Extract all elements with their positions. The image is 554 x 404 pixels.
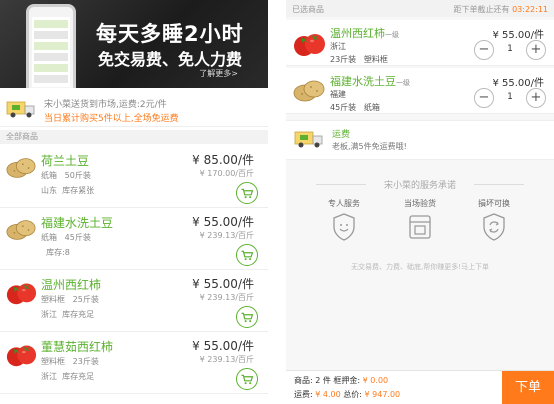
product-name: 温州西红柿 — [41, 278, 102, 292]
banner-more-link[interactable]: 了解更多> — [199, 68, 238, 79]
cart-item-origin: 浙江 — [330, 42, 346, 51]
tomato-image — [5, 338, 37, 370]
increase-qty-button[interactable]: + — [526, 88, 546, 108]
shipping-desc: 老板,满5件免运费哦! — [332, 142, 407, 151]
summary-line-1: 商品: 2 件 框押金: ¥ 0.00 — [294, 375, 388, 386]
cart-item-grade: 一级 — [385, 31, 399, 39]
cart-header-label: 已选商品 — [292, 5, 324, 14]
product-list-panel: 每天多睡2小时 免交易费、免人力费 了解更多> 宋小菜送货到市场,运费:2元/件… — [0, 0, 268, 404]
cart-header: 已选商品 距下单截止还有 03:22:11 — [286, 0, 554, 17]
items-count: 商品: 2 件 — [294, 376, 331, 385]
product-stock: 库存:8 — [46, 248, 70, 257]
cart-item-origin: 福建 — [330, 90, 346, 99]
cart-item-name: 温州西红柿一级 — [330, 27, 399, 40]
product-item[interactable]: 福建水洗土豆纸箱 45斤装 库存:8 ¥ 55.00/件 ¥ 239.13/百斤 — [0, 208, 268, 270]
banner-subtitle: 免交易费、免人力费 — [98, 50, 243, 69]
countdown-timer: 03:22:11 — [512, 5, 548, 14]
cart-item-qty: 1 — [507, 92, 513, 102]
service-inspect: 当场验货 — [390, 198, 450, 245]
add-to-cart-button[interactable] — [236, 244, 258, 266]
service-replace: 損坏可换 — [464, 198, 524, 245]
product-stock: 浙江 库存充足 — [41, 372, 95, 381]
product-item[interactable]: 董慧茹西红柿塑料框 23斤装 浙江 库存充足 ¥ 55.00/件 ¥ 239.13/百… — [0, 332, 268, 394]
cart-item-qty: 1 — [507, 44, 513, 54]
cart-item-price: ¥ 55.00/件 — [492, 30, 544, 41]
product-price: ¥ 55.00/件 — [192, 277, 254, 291]
total-value: ¥ 947.00 — [364, 390, 401, 399]
service-dedicated: 专人服务 — [314, 198, 374, 245]
box-check-icon — [409, 215, 431, 239]
product-pack: 塑料框 23斤装 — [41, 357, 99, 366]
potato-image — [5, 214, 37, 246]
notice-fee: 宋小菜送货到市场,运费:2元/件 — [44, 100, 167, 110]
potato-image — [292, 74, 326, 108]
product-price: ¥ 55.00/件 — [192, 215, 254, 229]
potato-image — [5, 152, 37, 184]
summary-line-2: 运费: ¥ 4.00 总价: ¥ 947.00 — [294, 389, 400, 400]
shipping-label: 运费 — [332, 130, 351, 140]
shipping-info: 运费 老板,满5件免运费哦! — [286, 120, 554, 160]
product-pack: 塑料框 25斤装 — [41, 295, 99, 304]
cart-item-grade: 一级 — [396, 79, 410, 87]
deposit-label: 框押金: — [333, 376, 361, 385]
phone-illustration — [26, 4, 76, 88]
cart-item-spec: 45斤装 纸箱 — [330, 103, 380, 112]
service-label: 专人服务 — [328, 199, 360, 208]
add-to-cart-button[interactable] — [236, 306, 258, 328]
cart-item-spec: 23斤装 塑料框 — [330, 55, 388, 64]
decrease-qty-button[interactable]: − — [474, 88, 494, 108]
truck-icon — [294, 131, 323, 148]
services-footer: 无交易费、力费、础底,帮你赚更多!马上下单 — [350, 263, 490, 271]
cart-item-name: 福建水洗土豆一级 — [330, 75, 410, 88]
product-item[interactable]: 温州西红柿塑料框 25斤装 浙江 库存充足 ¥ 55.00/件 ¥ 239.13/百斤 — [0, 270, 268, 332]
product-unit-price: ¥ 239.13/百斤 — [199, 355, 254, 364]
product-stock: 山东 库存紧张 — [41, 186, 95, 195]
deposit-value: ¥ 0.00 — [362, 376, 389, 385]
notice-free-shipping: 当日累计购买5件以上,全场免运费 — [44, 114, 179, 124]
cart-item: 福建水洗土豆一级福建 45斤装 纸箱 ¥ 55.00/件 − 1 + — [286, 68, 554, 114]
product-unit-price: ¥ 170.00/百斤 — [199, 169, 254, 178]
product-unit-price: ¥ 239.13/百斤 — [199, 231, 254, 240]
product-name: 董慧茹西红柿 — [41, 340, 114, 354]
decrease-qty-button[interactable]: − — [474, 40, 494, 60]
add-to-cart-button[interactable] — [236, 368, 258, 390]
order-summary-bar: 商品: 2 件 框押金: ¥ 0.00 运费: ¥ 4.00 总价: ¥ 947… — [286, 370, 554, 404]
product-pack: 纸箱 45斤装 — [41, 233, 91, 242]
total-label: 总价: — [343, 390, 362, 399]
refresh-shield-icon — [483, 213, 505, 241]
product-item[interactable]: 荷兰土豆纸箱 50斤装 山东 库存紧张 ¥ 85.00/件 ¥ 170.00/百斤 — [0, 146, 268, 208]
section-header: 全部商品 — [0, 130, 268, 144]
product-pack: 纸箱 50斤装 — [41, 171, 91, 180]
promo-banner[interactable]: 每天多睡2小时 免交易费、免人力费 了解更多> — [0, 0, 268, 88]
panel-divider — [268, 0, 286, 404]
banner-title: 每天多睡2小时 — [96, 22, 244, 46]
tomato-image — [5, 276, 37, 308]
shipping-fee-label: 运费: — [294, 390, 313, 399]
delivery-notice: 宋小菜送货到市场,运费:2元/件 当日累计购买5件以上,全场免运费 — [0, 91, 268, 127]
cart-item: 温州西红柿一级浙江 23斤装 塑料框 ¥ 55.00/件 − 1 + — [286, 20, 554, 66]
smile-shield-icon — [333, 213, 355, 241]
product-name: 福建水洗土豆 — [41, 216, 114, 230]
cart-item-price: ¥ 55.00/件 — [492, 78, 544, 89]
countdown: 距下单截止还有 03:22:11 — [453, 5, 548, 14]
truck-icon — [6, 101, 35, 118]
submit-order-button[interactable]: 下单 — [502, 371, 554, 404]
shipping-fee-value: ¥ 4.00 — [315, 390, 341, 399]
tomato-image — [292, 26, 326, 60]
service-label: 損坏可换 — [478, 199, 510, 208]
divider-line — [474, 184, 524, 185]
product-price: ¥ 55.00/件 — [192, 339, 254, 353]
service-label: 当场验货 — [404, 199, 436, 208]
increase-qty-button[interactable]: + — [526, 40, 546, 60]
cart-panel: 已选商品 距下单截止还有 03:22:11 温州西红柿一级浙江 23斤装 塑料框 ¥… — [286, 0, 554, 404]
product-name: 荷兰土豆 — [41, 154, 90, 168]
product-stock: 浙江 库存充足 — [41, 310, 95, 319]
product-price: ¥ 85.00/件 — [192, 153, 254, 167]
app-root: 每天多睡2小时 免交易费、免人力费 了解更多> 宋小菜送货到市场,运费:2元/件… — [0, 0, 554, 404]
product-unit-price: ¥ 239.13/百斤 — [199, 293, 254, 302]
add-to-cart-button[interactable] — [236, 182, 258, 204]
